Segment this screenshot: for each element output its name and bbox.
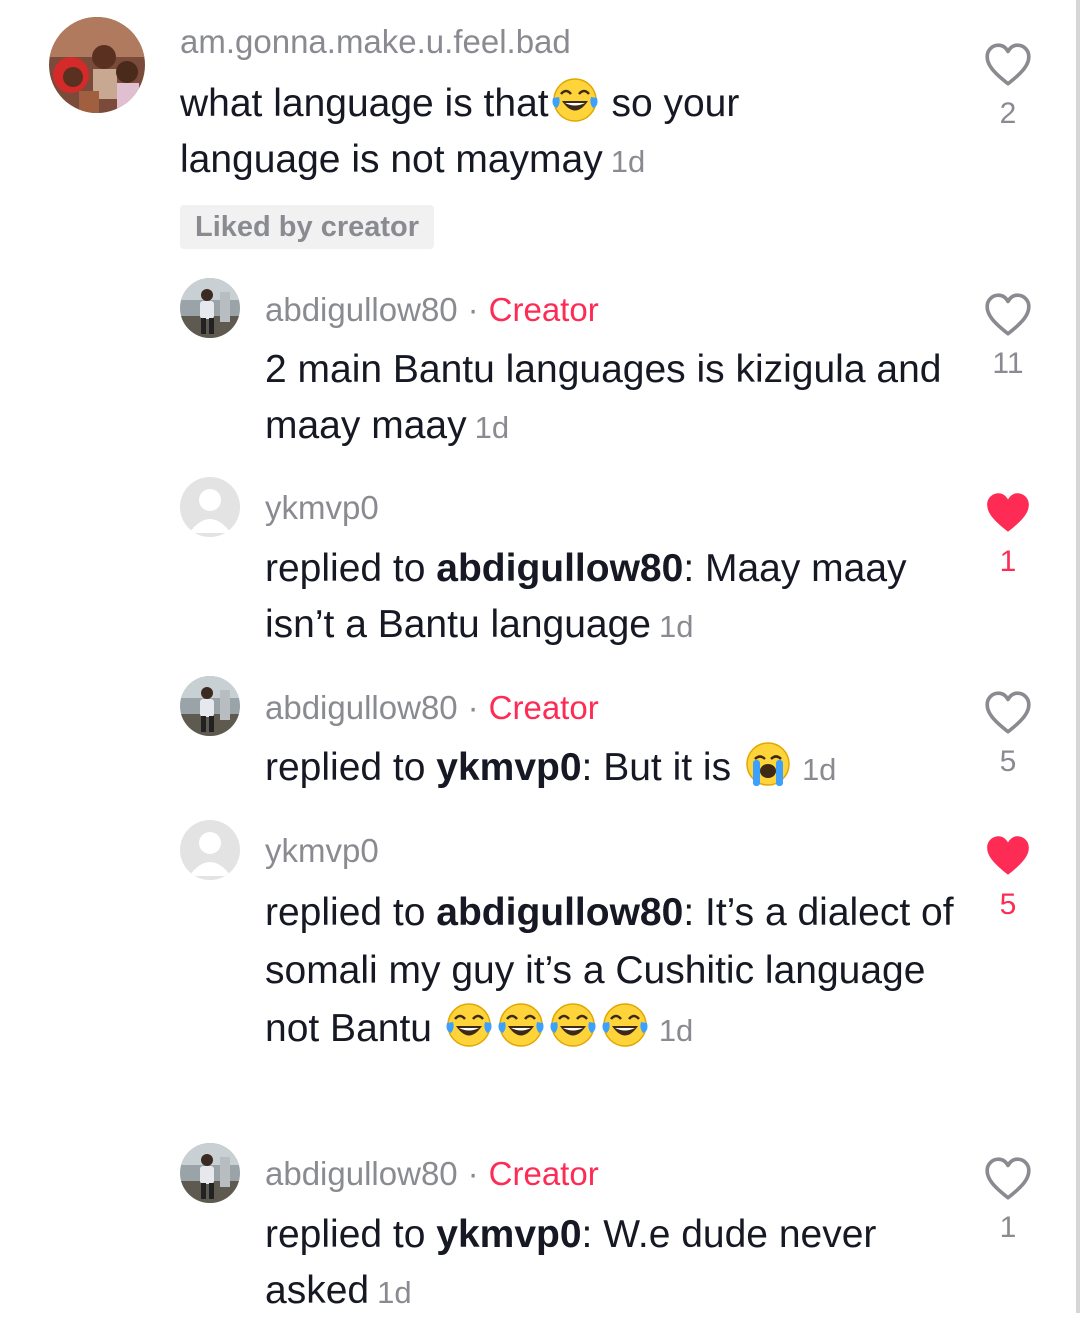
username-text: abdigullow80 — [265, 689, 458, 726]
username-text: abdigullow80 — [265, 291, 458, 328]
heart-filled-icon — [983, 831, 1033, 881]
tears-of-joy-emoji-icon — [497, 1001, 545, 1049]
reply-time: 1d — [474, 410, 510, 445]
like-count: 1 — [999, 1211, 1017, 1244]
separator-dot: · — [467, 291, 479, 328]
avatar[interactable] — [180, 820, 240, 880]
reply-text: 2 main Bantu languages is kizigula and m… — [265, 342, 965, 456]
liked-by-creator-badge: Liked by creator — [180, 205, 435, 249]
default-avatar-icon — [180, 820, 240, 880]
reply-text: replied to abdigullow80: It’s a dialect … — [265, 884, 955, 1060]
like-button[interactable]: 2 — [978, 40, 1038, 134]
replied-to-label: replied to — [265, 891, 437, 934]
separator-dot: · — [467, 689, 479, 726]
loudly-crying-emoji-icon — [744, 740, 792, 788]
comments-screen: am.gonna.make.u.feel.bad what language i… — [0, 0, 1080, 1313]
avatar[interactable] — [180, 676, 240, 736]
like-count: 11 — [992, 347, 1024, 380]
reply-text: replied to abdigullow80: Maay maay isn’t… — [265, 541, 965, 655]
like-button[interactable]: 1 — [978, 1154, 1038, 1248]
mention-link[interactable]: abdigullow80 — [436, 891, 683, 934]
mention-link[interactable]: abdigullow80 — [436, 547, 683, 590]
replied-to-label: replied to — [265, 547, 437, 590]
reply-body: 2 main Bantu languages is kizigula and m… — [265, 348, 942, 447]
tears-of-joy-emoji-icon — [601, 1001, 649, 1049]
avatar[interactable] — [180, 477, 240, 537]
like-count: 5 — [999, 745, 1017, 778]
creator-label: Creator — [488, 291, 599, 328]
creator-avatar-icon — [180, 278, 240, 338]
tears-of-joy-emoji-icon — [551, 76, 599, 124]
comment-time: 1d — [610, 144, 646, 179]
heart-outline-icon — [983, 40, 1033, 90]
heart-outline-icon — [983, 1154, 1033, 1204]
creator-label: Creator — [488, 1155, 599, 1192]
separator-dot: · — [467, 1155, 479, 1192]
like-count: 2 — [999, 97, 1017, 130]
like-count: 1 — [999, 545, 1017, 578]
tears-of-joy-emoji-icon — [445, 1001, 493, 1049]
avatar[interactable] — [180, 1143, 240, 1203]
like-count: 5 — [999, 888, 1017, 921]
comment-body: what language is that — [180, 82, 549, 125]
replied-to-label: replied to — [265, 1213, 437, 1256]
like-button[interactable]: 1 — [978, 488, 1038, 582]
replied-to-label: replied to — [265, 746, 437, 789]
reply-body: : But it is — [581, 746, 742, 789]
reply-time: 1d — [377, 1275, 412, 1310]
mention-link[interactable]: ykmvp0 — [436, 746, 581, 789]
mention-link[interactable]: ykmvp0 — [436, 1213, 581, 1256]
heart-filled-icon — [983, 488, 1033, 538]
reply-text: replied to ykmvp0: W.e dude never asked 1… — [265, 1207, 905, 1321]
default-avatar-icon — [180, 477, 240, 537]
like-button[interactable]: 5 — [978, 831, 1038, 925]
reply-username[interactable]: abdigullow80 · Creator — [265, 688, 599, 728]
reply-username[interactable]: ykmvp0 — [265, 488, 379, 528]
photo-avatar-icon — [49, 17, 145, 113]
reply-text: replied to ykmvp0: But it is 1d — [265, 740, 965, 798]
comment-username[interactable]: am.gonna.make.u.feel.bad — [180, 22, 571, 62]
reply-username[interactable]: ykmvp0 — [265, 831, 379, 871]
avatar[interactable] — [49, 17, 145, 113]
reply-time: 1d — [658, 1013, 694, 1048]
creator-label: Creator — [488, 689, 599, 726]
heart-outline-icon — [983, 290, 1033, 340]
reply-time: 1d — [658, 609, 694, 644]
avatar[interactable] — [180, 278, 240, 338]
reply-username[interactable]: abdigullow80 · Creator — [265, 1154, 599, 1194]
like-button[interactable]: 5 — [978, 688, 1038, 782]
creator-avatar-icon — [180, 676, 240, 736]
reply-time: 1d — [801, 752, 837, 787]
comment-text: what language is that so your language i… — [180, 76, 880, 190]
heart-outline-icon — [983, 688, 1033, 738]
like-button[interactable]: 11 — [978, 290, 1038, 384]
username-text: abdigullow80 — [265, 1155, 458, 1192]
creator-avatar-icon — [180, 1143, 240, 1203]
tears-of-joy-emoji-icon — [549, 1001, 597, 1049]
reply-username[interactable]: abdigullow80 · Creator — [265, 290, 599, 330]
